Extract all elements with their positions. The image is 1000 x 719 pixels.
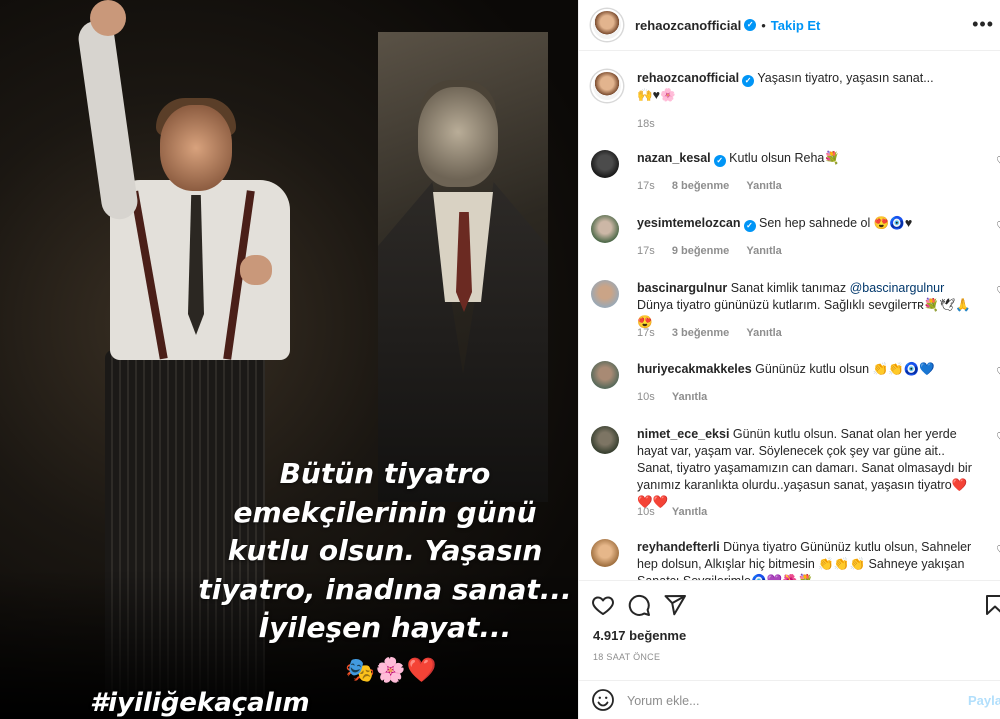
like-comment-icon[interactable]: ♡ <box>996 154 1000 168</box>
bookmark-icon[interactable] <box>983 593 1000 617</box>
image-caption: Bütün tiyatro emekçilerinin günü kutlu o… <box>195 455 575 648</box>
commenter-avatar[interactable] <box>591 539 619 567</box>
add-comment-bar: Paylaş <box>579 680 1000 719</box>
comment-username[interactable]: rehaozcanofficial <box>637 71 739 85</box>
like-comment-icon[interactable]: ♡ <box>996 219 1000 233</box>
caption-line: emekçilerinin günü <box>233 495 537 529</box>
commenter-avatar[interactable] <box>591 280 619 308</box>
comment-likes[interactable]: 8 beğenme <box>672 180 729 192</box>
caption-line: kutlu olsun. Yaşasın <box>227 534 543 567</box>
post-image[interactable]: Bütün tiyatro emekçilerinin günü kutlu o… <box>0 0 578 719</box>
reply-button[interactable]: Yanıtla <box>746 180 781 192</box>
comment-username[interactable]: nazan_kesal <box>637 151 711 165</box>
caption-line: tiyatro, inadına sanat... <box>198 572 572 606</box>
comment-username[interactable]: huriyecakmakkeles <box>637 362 752 376</box>
comment-time: 10s <box>637 506 655 518</box>
comment-emojis: 🙌♥🌸 <box>637 88 676 102</box>
comment-time: 10s <box>637 391 655 403</box>
caption-line: Bütün tiyatro <box>279 457 491 490</box>
comment-time: 17s <box>637 180 655 192</box>
commenter-avatar[interactable] <box>591 215 619 243</box>
verified-icon: ✓ <box>743 220 756 232</box>
comment-time: 17s <box>637 327 655 339</box>
comment-time: 18s <box>637 118 655 130</box>
like-comment-icon[interactable]: ♡ <box>996 365 1000 379</box>
reply-button[interactable]: Yanıtla <box>672 506 707 518</box>
commenter-avatar[interactable] <box>591 426 619 454</box>
follow-button[interactable]: Takip Et <box>771 18 821 33</box>
like-comment-icon[interactable]: ♡ <box>996 543 1000 557</box>
comment-icon[interactable] <box>627 593 651 617</box>
share-icon[interactable] <box>663 593 687 617</box>
owner-username[interactable]: rehaozcanofficial <box>635 18 741 33</box>
portrait-picture <box>378 32 548 502</box>
verified-icon: ✓ <box>713 155 726 167</box>
comment-username[interactable]: yesimtemelozcan <box>637 216 741 230</box>
comments-list[interactable]: rehaozcanofficial ✓ Yaşasın tiyatro, yaşa… <box>579 52 1000 580</box>
comment-time: 17s <box>637 245 655 257</box>
verified-icon: ✓ <box>744 19 757 31</box>
comment-text: Dünya tiyatro gününüzü kutlarım. Sağlıkl… <box>637 298 971 329</box>
heart-icon[interactable] <box>591 593 615 617</box>
caption-line: İyileşen hayat... <box>258 611 512 644</box>
comment-text: Sen hep sahnede ol 😍🧿♥ <box>759 216 913 230</box>
post-header: rehaozcanofficial ✓ • Takip Et ••• <box>579 0 1000 51</box>
reply-button[interactable]: Yanıtla <box>672 391 707 403</box>
commenter-avatar[interactable] <box>591 361 619 389</box>
comment-username[interactable]: reyhandefterli <box>637 540 720 554</box>
more-options-icon[interactable]: ••• <box>972 14 994 35</box>
verified-icon: ✓ <box>742 75 755 87</box>
post-comment-button[interactable]: Paylaş <box>968 693 1000 708</box>
reply-button[interactable]: Yanıtla <box>746 327 781 339</box>
caption-emojis: 🎭🌸❤️ <box>345 657 438 684</box>
post-actions <box>579 580 1000 626</box>
post-time[interactable]: 18 SAAT ÖNCE <box>593 652 660 662</box>
comment-username[interactable]: nimet_ece_eksi <box>637 427 729 441</box>
likes-count[interactable]: 4.917 beğenme <box>593 628 686 643</box>
comment-text: Yaşasın tiyatro, yaşasın sanat... <box>757 71 934 85</box>
emoji-icon[interactable] <box>591 688 615 712</box>
comment-username[interactable]: bascinargulnur <box>637 281 727 295</box>
separator-dot: • <box>761 17 766 33</box>
comment-text: Sanat kimlik tanımaz <box>730 281 850 295</box>
like-comment-icon[interactable]: ♡ <box>996 284 1000 298</box>
post-sidebar: rehaozcanofficial ✓ • Takip Et ••• rehao… <box>578 0 1000 719</box>
commenter-avatar[interactable] <box>591 150 619 178</box>
comment-text: Gününüz kutlu olsun 👏👏🧿💙 <box>755 362 935 376</box>
owner-avatar[interactable] <box>591 70 623 102</box>
comment-likes[interactable]: 3 beğenme <box>672 327 729 339</box>
comment-likes[interactable]: 9 beğenme <box>672 245 729 257</box>
reply-button[interactable]: Yanıtla <box>746 245 781 257</box>
comment-input[interactable] <box>627 691 947 711</box>
like-comment-icon[interactable]: ♡ <box>996 430 1000 444</box>
owner-avatar[interactable] <box>591 9 623 41</box>
image-hashtag: #iyiliğekaçalım <box>90 688 310 718</box>
comment-mention[interactable]: @bascinargulnur <box>850 281 945 295</box>
comment-text: Kutlu olsun Reha💐 <box>729 151 840 165</box>
